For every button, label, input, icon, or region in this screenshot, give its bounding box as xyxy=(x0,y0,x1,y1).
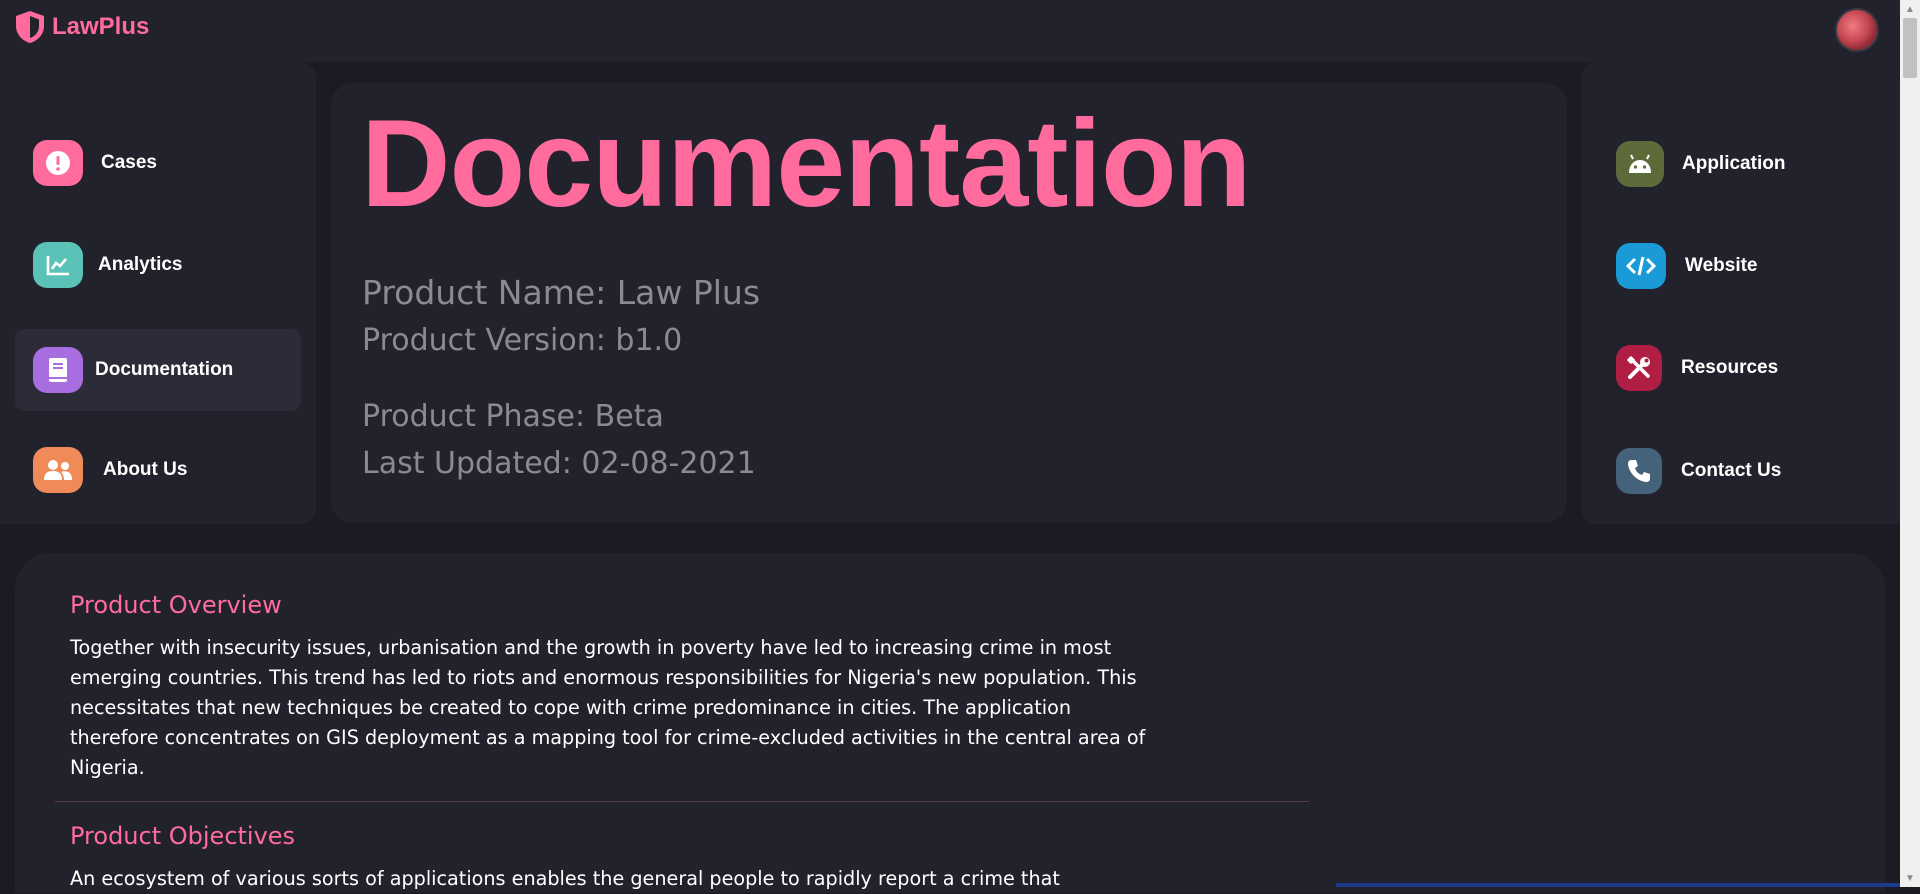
nav-item-website[interactable]: Website xyxy=(1616,243,1758,289)
nav-item-documentation[interactable]: Documentation xyxy=(15,329,301,411)
nav-label-about-us: About Us xyxy=(103,459,188,480)
nav-label-analytics: Analytics xyxy=(98,254,183,275)
overview-body: Together with insecurity issues, urbanis… xyxy=(70,636,1146,779)
nav-label-website: Website xyxy=(1685,255,1758,276)
brand-name: LawPlus xyxy=(52,13,150,40)
nav-item-application[interactable]: Application xyxy=(1616,141,1785,187)
bottom-strip xyxy=(1336,883,1900,887)
avatar[interactable] xyxy=(1835,8,1879,52)
content-card: Product Overview Together with insecurit… xyxy=(15,553,1885,893)
code-icon xyxy=(1616,243,1666,289)
nav-label-application: Application xyxy=(1682,153,1786,174)
nav-label-resources: Resources xyxy=(1681,357,1779,378)
brand[interactable]: LawPlus xyxy=(14,10,149,44)
last-updated: Last Updated: 02-08-2021 xyxy=(362,446,756,481)
book-icon xyxy=(33,347,83,393)
phone-icon xyxy=(1616,448,1662,494)
scroll-down-icon[interactable]: ▼ xyxy=(1900,869,1920,887)
nav-item-cases[interactable]: Cases xyxy=(33,140,157,186)
objectives-body: An ecosystem of various sorts of applica… xyxy=(70,867,1060,890)
product-version: Product Version: b1.0 xyxy=(362,323,683,358)
section-divider xyxy=(55,801,1309,802)
nav-item-contact-us[interactable]: Contact Us xyxy=(1616,448,1781,494)
top-bar: LawPlus xyxy=(0,0,1900,62)
tools-icon xyxy=(1616,345,1662,391)
nav-item-analytics[interactable]: Analytics xyxy=(33,242,182,288)
page-title: Documentation xyxy=(361,95,1251,233)
nav-item-resources[interactable]: Resources xyxy=(1616,345,1778,391)
nav-label-cases: Cases xyxy=(101,152,157,173)
right-nav: Application Website Resources Contact Us xyxy=(1581,62,1900,524)
exclamation-icon xyxy=(33,140,83,186)
users-icon xyxy=(33,447,83,493)
scroll-up-icon[interactable]: ▲ xyxy=(1900,0,1920,18)
scrollbar[interactable]: ▲ ▼ xyxy=(1900,0,1920,887)
scroll-thumb[interactable] xyxy=(1903,18,1917,78)
chart-line-icon xyxy=(33,242,83,288)
nav-item-about-us[interactable]: About Us xyxy=(33,447,187,493)
nav-label-documentation: Documentation xyxy=(95,359,234,380)
product-name: Product Name: Law Plus xyxy=(362,273,761,312)
overview-title: Product Overview xyxy=(70,591,282,619)
objectives-title: Product Objectives xyxy=(70,822,296,850)
hero-card: Documentation Product Name: Law Plus Pro… xyxy=(331,83,1567,523)
shield-icon xyxy=(16,11,44,43)
left-nav: Cases Analytics Documentation About Us xyxy=(0,62,316,524)
nav-label-contact-us: Contact Us xyxy=(1681,460,1782,481)
android-icon xyxy=(1616,141,1664,187)
product-phase: Product Phase: Beta xyxy=(362,399,664,434)
